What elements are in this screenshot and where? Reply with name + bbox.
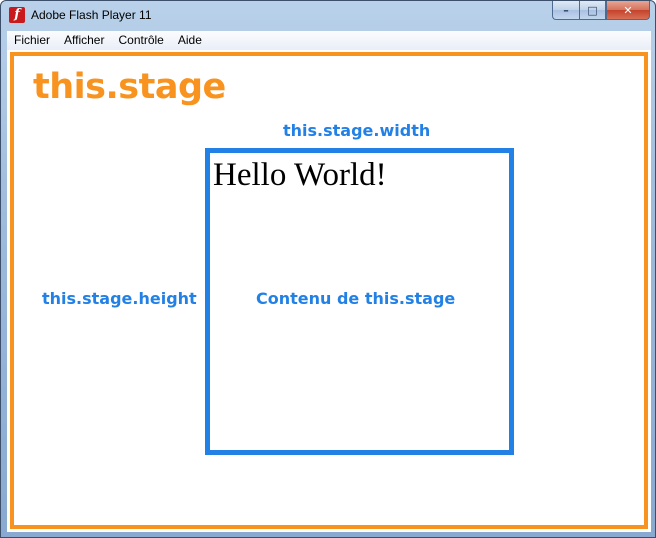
hello-world-text: Hello World! xyxy=(213,157,387,193)
minimize-icon: – xyxy=(563,3,569,17)
menu-bar: Fichier Afficher Contrôle Aide xyxy=(7,31,651,50)
title-bar[interactable]: f Adobe Flash Player 11 – □ ✕ xyxy=(1,1,655,31)
stage-width-label: this.stage.width xyxy=(283,121,431,140)
minimize-button[interactable]: – xyxy=(552,1,579,20)
close-button[interactable]: ✕ xyxy=(606,1,650,20)
menu-fichier[interactable]: Fichier xyxy=(7,31,57,50)
maximize-button[interactable]: □ xyxy=(579,1,606,20)
stage-height-label: this.stage.height xyxy=(42,289,197,308)
stage-title: this.stage xyxy=(33,67,226,107)
caption-buttons: – □ ✕ xyxy=(552,1,650,20)
flash-player-window: f Adobe Flash Player 11 – □ ✕ Fichier Af… xyxy=(0,0,656,538)
menu-aide[interactable]: Aide xyxy=(171,31,209,50)
flash-stage-area[interactable]: this.stage this.stage.width this.stage.h… xyxy=(7,50,651,532)
menu-controle[interactable]: Contrôle xyxy=(111,31,170,50)
stage-content-label: Contenu de this.stage xyxy=(256,289,456,308)
maximize-icon: □ xyxy=(587,3,598,17)
close-icon: ✕ xyxy=(623,3,633,17)
flash-player-icon[interactable]: f xyxy=(9,7,25,23)
stage-content-box: Hello World! Contenu de this.stage xyxy=(205,148,514,455)
window-title: Adobe Flash Player 11 xyxy=(31,8,152,22)
menu-afficher[interactable]: Afficher xyxy=(57,31,111,50)
